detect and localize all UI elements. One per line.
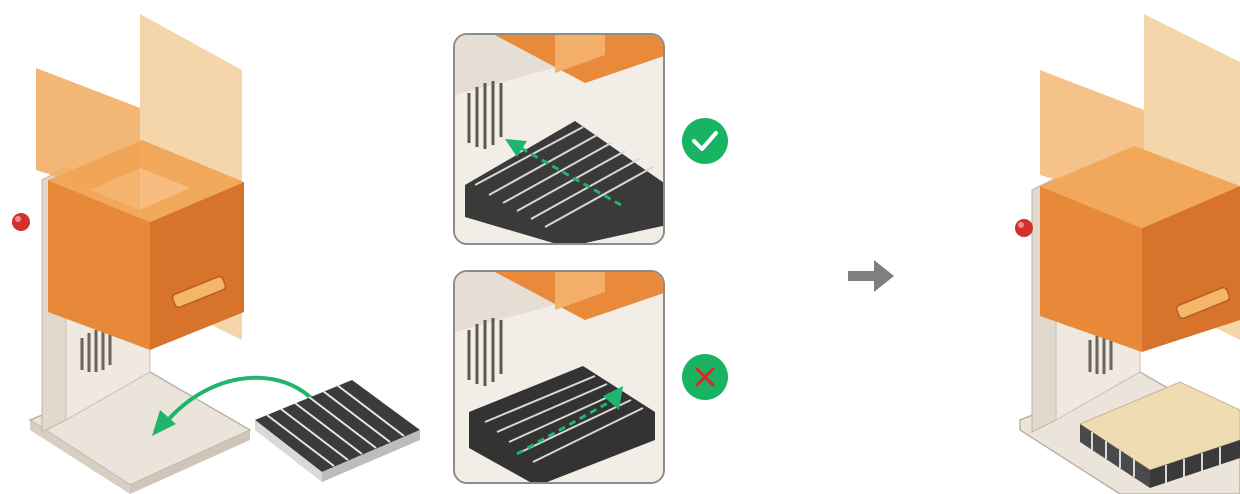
slat-bed-loose (255, 380, 420, 482)
wrong-orientation-panel (453, 270, 665, 484)
correct-orientation-panel (453, 33, 665, 245)
laser-machine-after (1015, 14, 1240, 494)
check-circle-icon (682, 118, 728, 164)
cross-circle-icon (682, 354, 728, 400)
red-emergency-knob (12, 213, 30, 231)
laser-machine-before (12, 14, 420, 494)
installation-diagram (0, 0, 1240, 494)
arrow-right-icon (848, 260, 894, 292)
